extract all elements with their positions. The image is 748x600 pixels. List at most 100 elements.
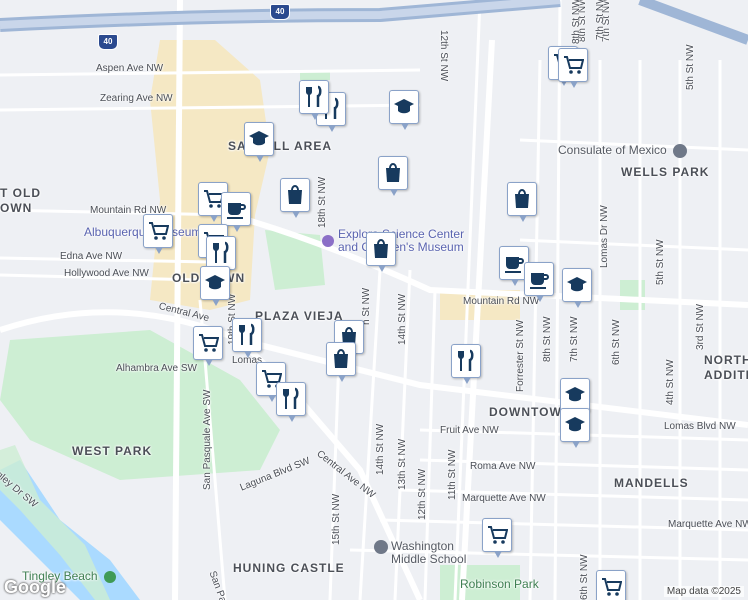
street-label: Aspen Ave NW xyxy=(96,63,164,74)
museum-icon xyxy=(322,235,334,247)
shopping-marker[interactable] xyxy=(326,342,356,382)
street-label: Roma Ave NW xyxy=(470,461,536,472)
neighborhood-label: NORTH ADDITI xyxy=(704,353,748,382)
street-label: 6th St NW xyxy=(611,319,622,365)
street-label: h St NW xyxy=(361,287,372,325)
restaurant-icon xyxy=(239,323,255,345)
shopping-icon xyxy=(288,185,302,204)
restaurant-icon xyxy=(213,241,229,263)
street-label: 13th St NW xyxy=(397,438,408,490)
school-marker[interactable] xyxy=(244,122,274,162)
shopping-icon xyxy=(334,349,348,368)
school-icon xyxy=(374,540,388,554)
poi-washington-school[interactable]: Washington Middle School xyxy=(374,540,466,566)
shopping-marker[interactable] xyxy=(507,182,537,222)
restaurant-marker[interactable] xyxy=(232,318,262,358)
map-attribution[interactable]: Map data ©2025 xyxy=(663,586,744,597)
street-label: Marquette Ave NW xyxy=(462,493,546,504)
neighborhood-label: HUNING CASTLE xyxy=(233,561,345,575)
neighborhood-label: MANDELLS xyxy=(614,476,689,490)
poi-consulate[interactable]: Consulate of Mexico xyxy=(558,144,688,158)
shopping-marker[interactable] xyxy=(280,178,310,218)
shopping-icon xyxy=(515,189,529,208)
school-icon xyxy=(565,417,585,432)
street-label: 5th St NW xyxy=(655,239,666,285)
grocery-icon xyxy=(564,56,584,74)
street-label: 14th St NW xyxy=(397,293,408,345)
grocery-icon xyxy=(488,526,508,544)
grocery-icon xyxy=(602,578,622,596)
street-label: 14th St NW xyxy=(375,423,386,475)
restaurant-marker[interactable] xyxy=(299,80,329,120)
street-label: 12th St NW xyxy=(438,30,449,82)
street-label: Mountain Rd NW xyxy=(463,296,540,307)
street-label: 8th St NW xyxy=(571,0,582,44)
street-label: Zearing Ave NW xyxy=(100,93,173,104)
street-label: San Pasquale Ave SW xyxy=(202,389,213,490)
grocery-marker[interactable] xyxy=(193,326,223,366)
cafe-marker[interactable] xyxy=(221,192,251,232)
street-label: Hollywood Ave NW xyxy=(64,268,149,279)
school-marker[interactable] xyxy=(560,378,590,418)
street-label: Forrester St NW xyxy=(515,319,526,392)
street-label: 7th St NW xyxy=(595,0,606,40)
shopping-marker[interactable] xyxy=(366,232,396,272)
school-marker[interactable] xyxy=(562,268,592,308)
street-label: Alhambra Ave SW xyxy=(116,363,197,374)
grocery-marker[interactable] xyxy=(596,570,626,600)
shopping-marker[interactable] xyxy=(378,156,408,196)
street-label: Marquette Ave NW xyxy=(668,519,748,530)
restaurant-marker[interactable] xyxy=(451,344,481,384)
shopping-icon xyxy=(386,163,400,182)
grocery-marker[interactable] xyxy=(558,48,588,88)
street-label: 7th St NW xyxy=(569,316,580,362)
street-label: 6th St NW xyxy=(579,554,590,600)
school-marker[interactable] xyxy=(560,408,590,448)
street-label: Edna Ave NW xyxy=(60,251,123,262)
interstate-shield: 40 xyxy=(270,4,290,20)
grocery-marker[interactable] xyxy=(482,518,512,558)
park xyxy=(265,230,325,290)
school-icon xyxy=(565,387,585,402)
restaurant-marker[interactable] xyxy=(206,236,236,276)
cafe-icon xyxy=(505,257,524,273)
map-canvas[interactable]: 40 40 Aspen Ave NW Zearing Ave NW Mounta… xyxy=(0,0,748,600)
restaurant-icon xyxy=(306,85,322,107)
street-label: 5th St NW xyxy=(685,44,696,90)
poi-robinson-park[interactable]: Robinson Park xyxy=(460,578,539,590)
street-label: 11th St NW xyxy=(447,449,458,500)
street-label: 4th St NW xyxy=(665,359,676,405)
shopping-icon xyxy=(374,239,388,258)
school-marker[interactable] xyxy=(200,266,230,306)
cafe-icon xyxy=(227,203,246,219)
school-icon xyxy=(394,99,414,114)
cafe-marker[interactable] xyxy=(524,262,554,302)
cafe-icon xyxy=(530,273,549,289)
street-label: Lomas Dr NW xyxy=(599,205,610,268)
street-label: 18th St NW xyxy=(317,176,328,228)
neighborhood-label: PLAZA VIEJA xyxy=(255,309,344,323)
grocery-marker[interactable] xyxy=(143,214,173,254)
street-label: 12th St NW xyxy=(417,468,428,520)
street-label: 8th St NW xyxy=(542,316,553,362)
neighborhood-label: WEST PARK xyxy=(72,444,153,458)
restaurant-icon xyxy=(283,387,299,409)
street-label: Lomas Blvd NW xyxy=(664,421,736,432)
neighborhood-label: T OLD OWN xyxy=(0,186,41,215)
interstate-shield: 40 xyxy=(98,34,118,50)
school-icon xyxy=(249,131,269,146)
grocery-icon xyxy=(199,334,219,352)
street-label: Fruit Ave NW xyxy=(440,425,499,436)
google-logo: Google xyxy=(4,577,66,597)
restaurant-icon xyxy=(458,349,474,371)
grocery-icon xyxy=(149,222,169,240)
embassy-icon xyxy=(673,144,688,158)
street-label: 3rd St NW xyxy=(695,303,706,350)
park-icon xyxy=(103,570,116,583)
street-label: 15th St NW xyxy=(331,493,342,545)
neighborhood-label: WELLS PARK xyxy=(621,165,710,179)
restaurant-marker[interactable] xyxy=(276,382,306,422)
school-icon xyxy=(205,275,225,290)
major-roads xyxy=(0,0,748,600)
school-marker[interactable] xyxy=(389,90,419,130)
